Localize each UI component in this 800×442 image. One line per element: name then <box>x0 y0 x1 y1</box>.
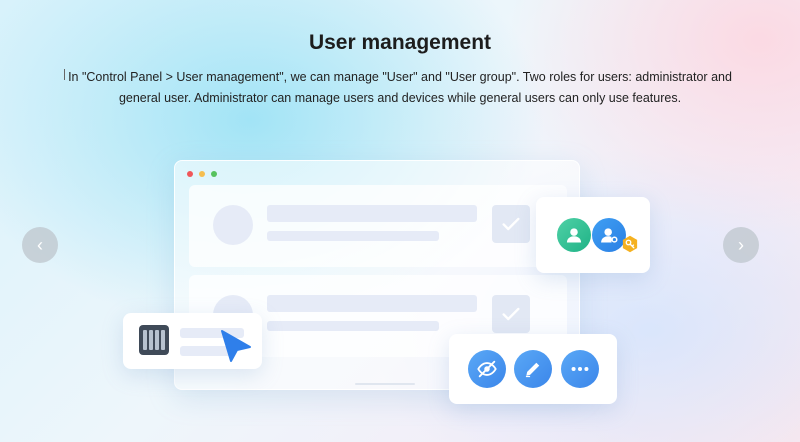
text-placeholder <box>267 231 439 241</box>
user-icon <box>566 228 582 243</box>
text-placeholder <box>267 295 477 312</box>
checkbox-placeholder <box>492 295 530 333</box>
chevron-right-icon: › <box>738 235 744 255</box>
pencil-icon <box>525 362 540 378</box>
checkmark-icon <box>502 217 520 231</box>
window-close-dot <box>187 171 193 177</box>
carousel-prev-button[interactable]: ‹ <box>22 227 58 263</box>
drive-slot <box>161 330 165 350</box>
page-description: In "Control Panel > User management", we… <box>68 70 732 105</box>
hide-action-button[interactable] <box>468 350 506 388</box>
window-minimize-dot <box>199 171 205 177</box>
eye-off-icon <box>477 360 497 378</box>
nas-device-icon <box>139 325 169 355</box>
checkmark-icon <box>502 307 520 321</box>
chevron-left-icon: ‹ <box>37 235 43 255</box>
avatar-placeholder <box>213 205 253 245</box>
drive-slot <box>143 330 147 350</box>
cursor-pointer-icon <box>221 330 251 362</box>
window-controls <box>187 171 217 177</box>
list-item <box>189 185 567 267</box>
more-action-button[interactable] <box>561 350 599 388</box>
drive-slot <box>155 330 159 350</box>
key-icon <box>622 235 638 253</box>
text-placeholder <box>267 205 477 222</box>
window-maximize-dot <box>211 171 217 177</box>
checkbox-placeholder <box>492 205 530 243</box>
actions-card <box>449 334 617 404</box>
role-avatar-user <box>557 218 591 252</box>
page-title: User management <box>308 31 492 54</box>
edit-action-button[interactable] <box>514 350 552 388</box>
drive-slot <box>149 330 153 350</box>
text-placeholder <box>267 321 439 331</box>
window-bottom-line <box>355 383 415 385</box>
more-horizontal-icon <box>571 366 589 372</box>
carousel-next-button[interactable]: › <box>723 227 759 263</box>
admin-user-icon <box>601 228 618 243</box>
user-roles-card <box>536 197 650 273</box>
